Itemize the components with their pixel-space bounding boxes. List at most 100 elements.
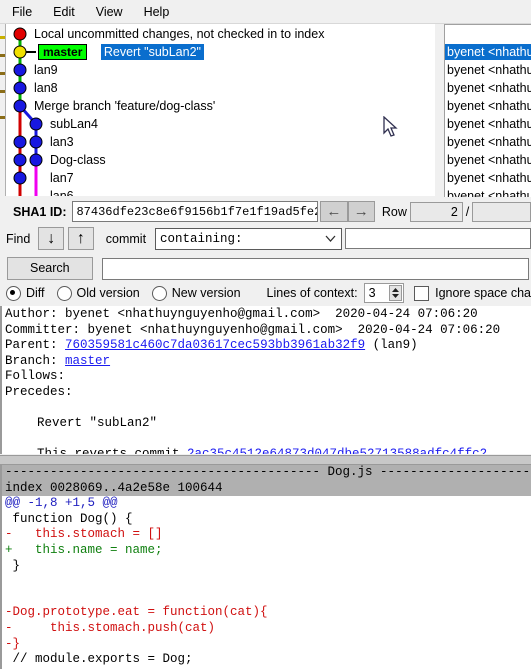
diff-file-header: ----------------------------------------…	[2, 465, 531, 481]
lines-of-context-stepper[interactable]: 3	[363, 283, 405, 303]
author-value: byenet <nhathuynguyenho@gmail.com>	[65, 307, 321, 321]
row-total-input[interactable]	[472, 201, 531, 222]
marker	[0, 72, 5, 75]
search-row: Search	[0, 255, 531, 282]
parent-note: (lan9)	[372, 338, 418, 353]
find-label: Find	[6, 231, 31, 246]
menu-item-file[interactable]: File	[3, 3, 41, 21]
diff-line: @@ -1,8 +1,5 @@	[5, 496, 118, 511]
commit-subject: lan8	[34, 81, 58, 95]
detail-committer-line: Committer: byenet <nhathuynguyenho@gmail…	[5, 323, 531, 339]
marker	[0, 36, 5, 39]
stepper-arrows-icon[interactable]	[389, 285, 403, 301]
commit-row[interactable]: Local uncommitted changes, not checked i…	[34, 26, 324, 42]
search-button[interactable]: Search	[7, 257, 93, 280]
commit-graph[interactable]: Local uncommitted changes, not checked i…	[6, 24, 435, 196]
diff-line: -Dog.prototype.eat = function(cat){	[5, 605, 268, 620]
commit-row[interactable]: lan3	[50, 134, 74, 150]
back-arrow-button[interactable]: ←	[320, 201, 348, 222]
lines-of-context-label: Lines of context:	[266, 286, 358, 300]
commit-row[interactable]: Dog-class	[50, 152, 106, 168]
commit-row[interactable]: lan8	[34, 80, 58, 96]
commit-subject: lan9	[34, 63, 58, 77]
diff-line: }	[5, 558, 21, 573]
detail-blank-1	[5, 401, 531, 417]
find-row: Find ↓ ↑ commit containing:	[0, 226, 531, 251]
commit-subject: lan7	[50, 171, 74, 185]
sha1-row: SHA1 ID: 87436dfe23c8e6f9156b1f7e1f19ad5…	[0, 199, 531, 224]
radio-diff[interactable]	[6, 285, 21, 301]
commit-row[interactable]: subLan4	[50, 116, 98, 132]
marker	[0, 54, 5, 57]
pane-divider[interactable]	[435, 24, 444, 196]
branch-ref-master[interactable]: master	[38, 44, 88, 60]
menu-item-edit[interactable]: Edit	[44, 3, 84, 21]
commit-subject: subLan4	[50, 117, 98, 131]
radio-new-version-label: New version	[171, 286, 241, 300]
detail-follows-line: Follows:	[5, 369, 66, 384]
committer-value: byenet <nhathuynguyenho@gmail.com>	[87, 322, 343, 337]
commit-row[interactable]: lan7	[50, 170, 74, 186]
marker	[0, 116, 5, 119]
commit-subject: Revert "subLan2"	[100, 44, 204, 60]
author-cell: byenet <nhathu	[447, 135, 531, 149]
commit-row[interactable]: master Revert "subLan2"	[38, 44, 204, 60]
sha1-label: SHA1 ID:	[13, 204, 67, 219]
chevron-down-icon	[325, 235, 336, 242]
menu-item-help[interactable]: Help	[135, 3, 179, 21]
radio-old-version[interactable]	[56, 285, 72, 301]
row-number-input[interactable]: 2	[409, 201, 463, 222]
diff-line: function Dog() {	[5, 511, 133, 526]
author-cell: byenet <nhathu	[445, 44, 531, 60]
ignore-space-checkbox[interactable]	[414, 285, 430, 301]
gitk-window: File Edit View Help Local uncommitted ch…	[0, 0, 531, 669]
diff-index-line: index 0028069..4a2e58e 100644	[2, 480, 531, 497]
radio-new-version[interactable]	[151, 285, 167, 301]
commit-subject: Dog-class	[50, 153, 106, 167]
reverted-sha-link[interactable]: 2ac35c4512e64873d047dbe52713588adfc4ffc2	[187, 447, 487, 454]
commit-detail-pane[interactable]: Author: byenet <nhathuynguyenho@gmail.co…	[0, 306, 531, 454]
commit-row[interactable]: Merge branch 'feature/dog-class'	[34, 98, 215, 114]
diff-pane[interactable]: ----------------------------------------…	[0, 465, 531, 669]
find-mode-value: containing:	[160, 231, 243, 246]
commit-subject: Merge branch 'feature/dog-class'	[34, 99, 216, 113]
find-up-button[interactable]: ↑	[68, 227, 94, 250]
branch-link[interactable]: master	[65, 354, 110, 368]
revert-suffix: .	[487, 447, 495, 454]
author-cell: byenet <nhathu	[447, 99, 531, 113]
revert-prefix: This reverts commit	[37, 447, 187, 454]
diff-line: + this.name = name;	[5, 542, 163, 557]
commit-row[interactable]: lan6	[50, 188, 74, 196]
ignore-space-label: Ignore space cha	[435, 286, 531, 300]
menu-bar: File Edit View Help	[0, 0, 531, 24]
find-text-input[interactable]	[345, 228, 531, 249]
commit-message-title: Revert "subLan2"	[37, 416, 158, 431]
lines-of-context-value: 3	[368, 286, 376, 300]
author-list[interactable]: byenet <nhathu byenet <nhathu byenet <nh…	[444, 24, 531, 197]
forward-arrow-button[interactable]: →	[347, 201, 375, 222]
radio-diff-label: Diff	[26, 286, 45, 300]
committer-label: Committer:	[5, 322, 81, 337]
detail-author-line: Author: byenet <nhathuynguyenho@gmail.co…	[5, 307, 531, 323]
diff-line: - this.stomach.push(cat)	[5, 620, 216, 635]
diff-line	[2, 590, 531, 606]
menu-item-view[interactable]: View	[87, 3, 132, 21]
detail-parent-line: Parent: 760359581c460c7da03617cec593bb39…	[5, 338, 531, 354]
branch-label: Branch:	[5, 353, 58, 368]
find-down-button[interactable]: ↓	[38, 227, 65, 250]
diff-line: - this.stomach = []	[5, 527, 163, 542]
find-mode-dropdown[interactable]: containing:	[155, 227, 343, 250]
author-date: 2020-04-24 07:06:20	[335, 307, 478, 321]
detail-blank-2	[5, 432, 531, 448]
author-label: Author:	[5, 307, 58, 321]
search-input[interactable]	[101, 257, 529, 280]
parent-sha-link[interactable]: 760359581c460c7da03617cec593bb3961ab32f9	[65, 338, 365, 352]
author-cell: byenet <nhathu	[447, 153, 531, 167]
commit-row[interactable]: lan9	[34, 62, 58, 78]
diff-line	[2, 574, 531, 590]
sha1-input[interactable]: 87436dfe23c8e6f9156b1f7e1f19ad5fe2c0e333	[72, 201, 319, 222]
horizontal-sash[interactable]	[0, 455, 531, 465]
detail-precedes-line: Precedes:	[5, 384, 73, 399]
parent-label: Parent:	[5, 338, 58, 353]
commit-list-pane: Local uncommitted changes, not checked i…	[0, 24, 531, 197]
